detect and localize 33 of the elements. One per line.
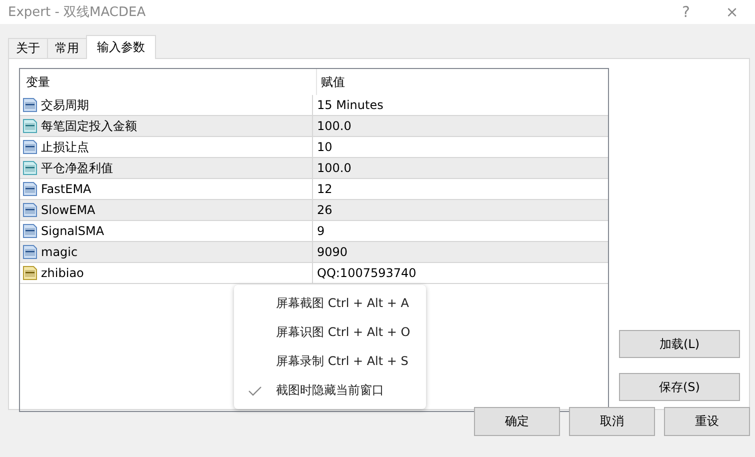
parameter-value: 26 [316,202,332,219]
parameter-value: 10 [316,139,332,156]
menu-item[interactable]: 屏幕录制 Ctrl + Alt + S [234,347,426,376]
parameter-name: 每笔固定投入金额 [41,118,137,134]
parameter-value: 12 [316,181,332,198]
parameter-value: 9090 [316,244,348,261]
menu-item[interactable]: 屏幕识图 Ctrl + Alt + O [234,318,426,347]
side-button[interactable]: 加载(L) [619,330,740,358]
dialog-button[interactable]: 确定 [474,407,560,436]
parameter-value: QQ:1007593740 [316,265,416,282]
parameter-name: zhibiao [41,266,84,280]
parameter-value: 15 Minutes [316,97,384,114]
menu-item[interactable]: 屏幕截图 Ctrl + Alt + A [234,289,426,318]
parameter-name: 交易周期 [41,96,89,114]
close-button[interactable]: × [709,0,755,24]
column-header: 赋值 [320,74,345,90]
dialog-button[interactable]: 重设 [664,407,750,436]
side-button[interactable]: 保存(S) [619,373,740,401]
parameter-name: 平仓净盈利值 [41,160,113,176]
parameter-name: 止损让点 [41,138,89,156]
tab[interactable]: 关于 [8,38,48,58]
parameter-value: 100.0 [316,160,352,177]
help-button[interactable]: ? [663,0,709,24]
menu-item[interactable]: 截图时隐藏当前窗口 [234,376,426,405]
window-title: Expert - 双线MACDEA [8,4,146,21]
parameter-name: SignalSMA [41,224,104,238]
dialog-button[interactable]: 取消 [569,407,655,436]
parameter-name: SlowEMA [41,203,96,217]
tab[interactable]: 输入参数 [86,35,156,59]
parameter-value: 9 [316,223,325,240]
parameter-value: 100.0 [316,118,352,135]
parameter-name: FastEMA [41,182,92,196]
parameter-name: magic [41,245,78,259]
